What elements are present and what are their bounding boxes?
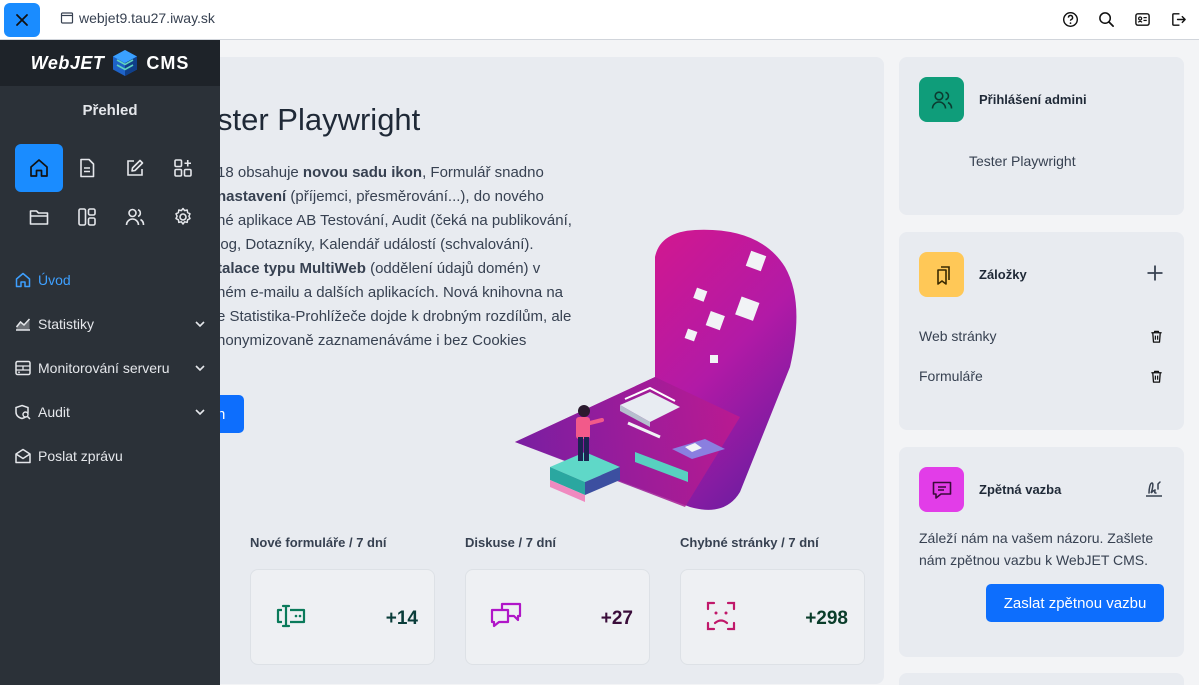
welcome-card: ster Playwright 18 obsahuje novou sadu i… — [200, 57, 884, 684]
sidebar-item-audit[interactable]: Audit — [0, 390, 220, 434]
apps-add-icon — [174, 159, 192, 177]
home-icon — [13, 270, 33, 290]
admins-badge — [919, 77, 964, 122]
stat-value-discussion: +27 — [600, 608, 633, 629]
sad-face-scan-icon — [703, 598, 739, 639]
users-tile[interactable] — [111, 192, 159, 242]
hero-illustration — [515, 229, 797, 510]
close-icon — [16, 14, 28, 26]
sidebar-item-monitorovani[interactable]: Monitorování serveru — [0, 346, 220, 390]
audit-search-icon — [13, 402, 33, 422]
bookmark-item[interactable]: Formuláře — [919, 368, 1164, 384]
bookmarks-title: Záložky — [979, 267, 1027, 282]
home-tile[interactable] — [15, 144, 63, 192]
stat-card-broken-pages[interactable]: +298 — [680, 569, 865, 665]
send-feedback-button[interactable]: Zaslat zpětnou vazbu — [986, 584, 1164, 622]
settings-tile[interactable] — [159, 192, 207, 242]
users-icon — [931, 90, 952, 109]
read-more-button[interactable]: n — [217, 395, 244, 433]
message-icon — [932, 481, 951, 499]
document-icon — [80, 158, 95, 178]
signature-icon — [1146, 481, 1162, 497]
sidebar-section-title: Přehled — [82, 102, 138, 119]
stat-label-broken-pages: Chybné stránky / 7 dní — [680, 535, 819, 550]
edit-tile[interactable] — [111, 144, 159, 192]
stat-card-forms[interactable]: +14 — [250, 569, 435, 665]
home-icon — [30, 159, 48, 177]
plus-icon — [1147, 265, 1163, 281]
text-line: nastavení (příjemci, přesměrování...), d… — [217, 188, 544, 205]
bookmarks-card: Záložky Web stránky Formuláře — [899, 232, 1184, 430]
feedback-badge — [919, 467, 964, 512]
layout-icon — [78, 208, 96, 226]
browser-window-icon — [60, 12, 74, 24]
gear-icon — [175, 207, 191, 225]
users-icon — [125, 208, 145, 226]
folder-icon — [29, 210, 49, 225]
logo-text-left: WebJET — [30, 52, 105, 73]
sidebar-item-label: Poslat zprávu — [38, 448, 123, 464]
text-line: 18 obsahuje novou sadu ikon, Formulář sn… — [217, 164, 544, 181]
search-icon[interactable] — [1097, 10, 1115, 28]
stat-label-forms: Nové formuláře / 7 dní — [250, 535, 387, 550]
sidebar-item-statistiky[interactable]: Statistiky — [0, 302, 220, 346]
trash-icon[interactable] — [1149, 369, 1164, 387]
admins-card: Přihlášení admini Tester Playwright — [899, 57, 1184, 215]
webjet-logo[interactable]: WebJET CMS — [0, 40, 220, 86]
close-button[interactable] — [4, 3, 40, 37]
quick-icon-grid — [15, 144, 207, 242]
chevron-down-icon — [194, 405, 206, 421]
admin-name: Tester Playwright — [969, 153, 1076, 169]
mail-icon — [13, 446, 33, 466]
next-card — [899, 673, 1184, 685]
add-bookmark-button[interactable] — [1146, 264, 1164, 287]
chevron-down-icon — [194, 317, 206, 333]
sidebar-item-label: Monitorování serveru — [38, 360, 170, 376]
messages-icon — [488, 598, 524, 639]
pages-tile[interactable] — [63, 144, 111, 192]
server-icon — [13, 358, 33, 378]
form-input-icon — [273, 598, 309, 639]
trash-icon[interactable] — [1149, 329, 1164, 347]
admins-title: Přihlášení admini — [979, 92, 1087, 107]
chart-icon — [13, 314, 33, 334]
sidebar-item-label: Úvod — [38, 272, 71, 288]
profile-card-icon[interactable] — [1133, 10, 1151, 28]
logo-text-right: CMS — [146, 52, 190, 73]
templates-tile[interactable] — [63, 192, 111, 242]
stat-value-forms: +14 — [385, 608, 418, 629]
sidebar-item-label: Audit — [38, 404, 70, 420]
bookmark-label: Formuláře — [919, 368, 983, 384]
feedback-card: Zpětná vazba Záleží nám na vašem názoru.… — [899, 447, 1184, 657]
apps-tile[interactable] — [159, 144, 207, 192]
signature-button[interactable] — [1144, 479, 1164, 504]
feedback-title: Zpětná vazba — [979, 482, 1062, 497]
sidebar-item-label: Statistiky — [38, 316, 95, 332]
url-text: webjet9.tau27.iway.sk — [79, 10, 215, 26]
chevron-down-icon — [194, 361, 206, 377]
sidebar-menu: Úvod Statistiky Monitorování serveru Aud… — [0, 258, 220, 478]
browser-bar: webjet9.tau27.iway.sk — [0, 0, 1199, 40]
sidebar-item-poslat-zpravu[interactable]: Poslat zprávu — [0, 434, 220, 478]
feedback-text: Záleží nám na vašem názoru. Zašlete nám … — [919, 530, 1154, 568]
sidebar-item-uvod[interactable]: Úvod — [0, 258, 220, 302]
logout-icon[interactable] — [1169, 10, 1187, 28]
bookmark-item[interactable]: Web stránky — [919, 328, 1164, 344]
sidebar: WebJET CMS Přehled Úvod Statistiky Monit… — [0, 40, 220, 685]
stat-value-broken-pages: +298 — [805, 608, 848, 629]
welcome-title: ster Playwright — [217, 102, 421, 137]
url-display: webjet9.tau27.iway.sk — [60, 10, 215, 26]
bookmarks-badge — [919, 252, 964, 297]
bookmark-label: Web stránky — [919, 328, 997, 344]
stat-label-discussion: Diskuse / 7 dní — [465, 535, 557, 550]
help-icon[interactable] — [1061, 10, 1079, 28]
cube-logo-icon — [113, 50, 138, 76]
edit-icon — [127, 159, 144, 176]
files-tile[interactable] — [15, 192, 63, 242]
stat-card-discussion[interactable]: +27 — [465, 569, 650, 665]
bookmarks-icon — [936, 265, 950, 285]
